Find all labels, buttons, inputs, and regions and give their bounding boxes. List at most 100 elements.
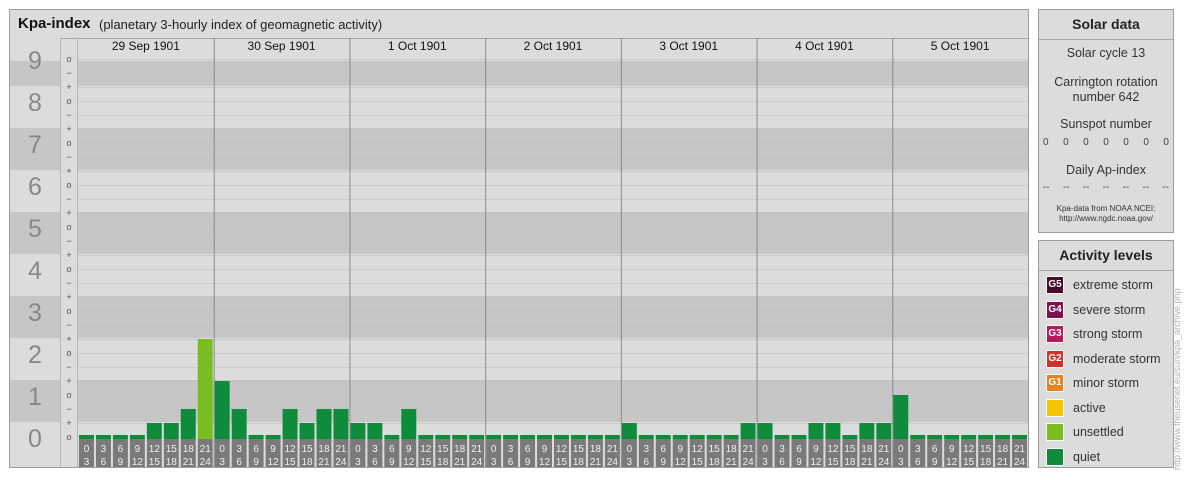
y-tick-1: 1 — [28, 383, 42, 411]
kp-bar — [910, 435, 926, 439]
ap-value-3: -- — [1102, 182, 1110, 193]
interval-end: 9 — [660, 457, 666, 467]
sub-tick: o — [66, 54, 71, 64]
interval-end: 12 — [946, 457, 958, 467]
level-label: extreme storm — [1073, 278, 1153, 292]
kp-bar — [163, 423, 179, 439]
ap-value-5: -- — [1142, 182, 1150, 193]
source-note-line1: Kpa-data from NOAA NCEI: — [1056, 204, 1156, 213]
activity-level-moderate-storm: G2 moderate storm — [1046, 349, 1161, 369]
carrington-line1: Carrington rotation — [1054, 75, 1158, 89]
interval-start: 12 — [556, 444, 568, 455]
interval-end: 12 — [539, 457, 551, 467]
sub-tick: o — [66, 432, 71, 442]
interval-end: 3 — [762, 457, 768, 467]
solar-cycle: Solar cycle 13 — [1066, 46, 1146, 60]
interval-start: 18 — [454, 444, 466, 455]
kp-bar — [180, 408, 196, 439]
level-label: active — [1073, 400, 1106, 415]
ap-value-4: -- — [1122, 182, 1130, 193]
level-label: quiet — [1073, 449, 1101, 464]
kp-bar — [537, 435, 552, 439]
interval-end: 24 — [335, 457, 347, 467]
interval-end: 18 — [709, 457, 721, 467]
interval-end: 18 — [844, 457, 856, 467]
sub-tick: − — [66, 152, 71, 162]
kp-bar — [825, 423, 841, 439]
sub-tick: + — [66, 82, 71, 92]
kp-bar — [927, 435, 943, 439]
ap-value-2: -- — [1082, 182, 1090, 193]
interval-start: 21 — [335, 444, 347, 455]
interval-start: 21 — [1014, 444, 1026, 455]
interval-end: 6 — [101, 457, 107, 467]
kp-bar — [554, 435, 569, 439]
ap-label: Daily Ap-index — [1066, 163, 1146, 177]
level-swatch — [1046, 423, 1064, 441]
kp-bar — [79, 435, 94, 439]
ap-value-1: -- — [1062, 182, 1070, 193]
kp-bar — [452, 435, 468, 439]
interval-start: 0 — [355, 444, 361, 455]
y-band — [78, 128, 1028, 170]
level-swatch: G2 — [1046, 349, 1064, 368]
sunspot-values: 0 0 0 0 0 0 0 — [1043, 137, 1169, 148]
sub-tick: + — [66, 208, 71, 218]
kp-bar — [1012, 435, 1027, 439]
interval-start: 6 — [525, 444, 531, 455]
sub-tick: o — [66, 390, 71, 400]
y-band — [78, 296, 1028, 338]
interval-end: 12 — [268, 457, 280, 467]
interval-end: 24 — [471, 457, 483, 467]
interval-start: 0 — [898, 444, 904, 455]
interval-start: 21 — [607, 444, 619, 455]
interval-end: 3 — [355, 457, 361, 467]
level-label: unsettled — [1073, 425, 1124, 439]
interval-end: 15 — [963, 457, 975, 467]
interval-end: 15 — [149, 457, 161, 467]
activity-level-minor-storm: G1 minor storm — [1046, 373, 1139, 393]
ap-value-0: -- — [1043, 182, 1050, 193]
interval-end: 6 — [508, 457, 514, 467]
activity-level-active: active — [1046, 398, 1106, 418]
interval-end: 9 — [932, 457, 938, 467]
interval-end: 6 — [644, 457, 650, 467]
y-tick-3: 3 — [28, 299, 42, 327]
sub-tick: − — [66, 236, 71, 246]
interval-start: 0 — [627, 444, 633, 455]
sub-tick: + — [66, 418, 71, 428]
y-tick-7: 7 — [28, 131, 42, 159]
interval-start: 21 — [200, 444, 212, 455]
interval-start: 9 — [406, 444, 412, 455]
kp-bar — [146, 423, 162, 439]
interval-end: 9 — [389, 457, 395, 467]
sub-tick: o — [66, 348, 71, 358]
sub-tick: − — [66, 404, 71, 414]
kp-bar — [520, 435, 536, 439]
kp-bar — [740, 423, 756, 439]
y-tick-9: 9 — [28, 47, 42, 75]
kp-bar — [248, 435, 264, 439]
sub-tick: + — [66, 166, 71, 176]
sunspot-value-6: 0 — [1163, 137, 1169, 148]
interval-end: 15 — [692, 457, 704, 467]
kp-bar — [757, 423, 773, 439]
interval-end: 9 — [118, 457, 124, 467]
interval-start: 3 — [372, 444, 378, 455]
interval-start: 0 — [762, 444, 768, 455]
activity-level-quiet: quiet — [1046, 447, 1100, 467]
level-swatch: G1 — [1046, 374, 1064, 392]
interval-end: 9 — [525, 457, 531, 467]
day-label: 3 Oct 1901 — [659, 39, 718, 53]
interval-end: 12 — [403, 457, 415, 467]
interval-start: 3 — [236, 444, 242, 455]
solar-data-title: Solar data — [1039, 10, 1173, 40]
y-band — [78, 212, 1028, 254]
sub-tick: + — [66, 292, 71, 302]
level-swatch — [1046, 447, 1064, 466]
interval-end: 21 — [997, 457, 1009, 467]
kp-bar — [231, 408, 247, 439]
kp-bar — [282, 408, 298, 439]
kpa-chart: 0123456789o+−o+−o+−o+−o+−o+−o+−o+−o+−o29… — [10, 38, 1028, 467]
sunspot-value-4: 0 — [1123, 137, 1129, 148]
